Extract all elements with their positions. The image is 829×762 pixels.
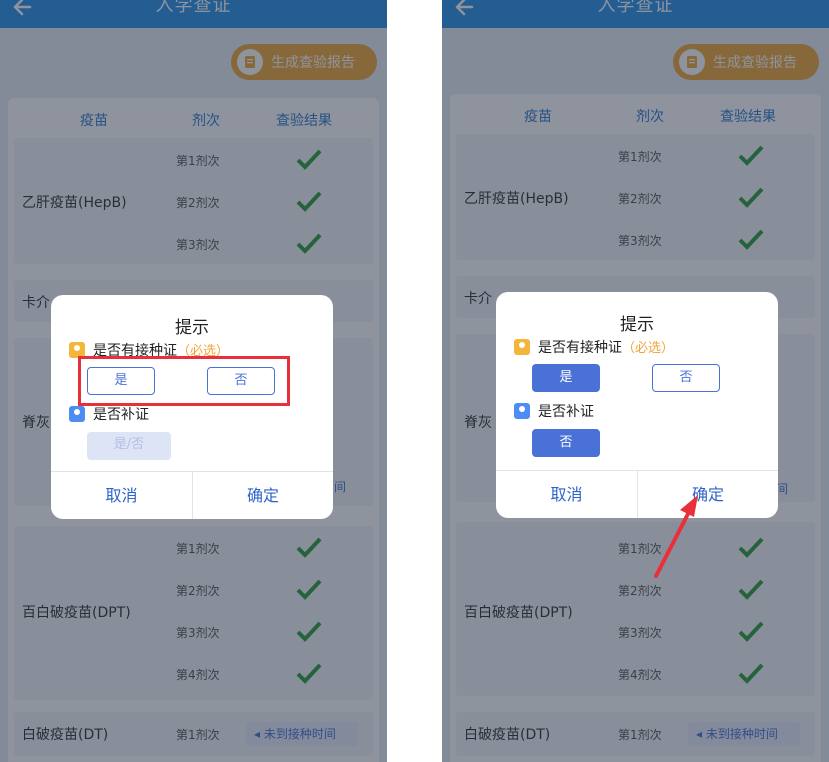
dialog-title: 提示 [175, 318, 209, 338]
question-badge-icon [514, 339, 530, 355]
confirm-button[interactable]: 确定 [637, 471, 778, 518]
yes-no-disabled-select[interactable]: 是/否 [87, 432, 171, 460]
prompt-dialog: 提示 是否有接种证（必选） 是 否 是否补证 否 取消 确定 [496, 292, 778, 518]
dialog-title: 提示 [620, 315, 654, 335]
confirm-button[interactable]: 确定 [192, 472, 333, 519]
yes-option-button[interactable]: 是 [532, 364, 600, 392]
question-badge-icon [69, 406, 85, 422]
annotation-highlight-box [78, 356, 290, 406]
phone-screen-right: 入学查证 生成查验报告 疫苗 剂次 查验结果 乙肝疫苗(HepB) 第1剂次 第… [442, 0, 829, 762]
cancel-button[interactable]: 取消 [51, 472, 192, 519]
prompt-dialog: 提示 是否有接种证（必选） 是 否 是否补证 是/否 取消 确定 [51, 295, 333, 519]
question-reissue-certificate: 是否补证 [93, 407, 149, 423]
question-reissue-certificate: 是否补证 [538, 404, 594, 420]
question-badge-icon [514, 403, 530, 419]
dialog-footer: 取消 确定 [51, 471, 333, 519]
reissue-no-button[interactable]: 否 [532, 429, 600, 457]
phone-screen-left: 入学查证 生成查验报告 疫苗 剂次 查验结果 乙肝疫苗(HepB) 第1剂次 第… [0, 0, 387, 762]
dialog-footer: 取消 确定 [496, 470, 778, 518]
question-has-certificate: 是否有接种证（必选） [538, 340, 675, 356]
no-option-button[interactable]: 否 [652, 364, 720, 392]
cancel-button[interactable]: 取消 [496, 471, 637, 518]
